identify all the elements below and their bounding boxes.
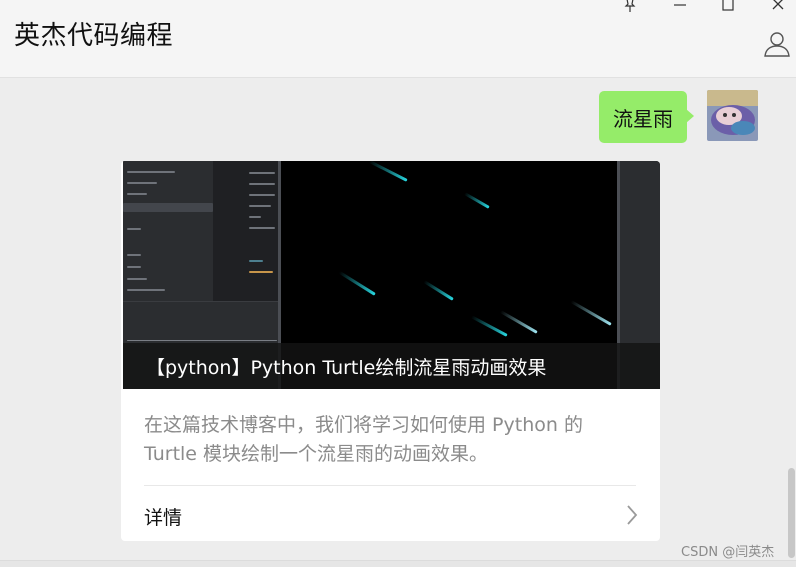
- watermark: CSDN @闫英杰: [681, 545, 775, 560]
- scrollbar[interactable]: [788, 468, 795, 558]
- avatar[interactable]: [707, 90, 758, 141]
- chevron-right-icon[interactable]: [624, 503, 640, 527]
- card-divider: [144, 485, 636, 486]
- message-text: 流星雨: [613, 106, 673, 131]
- thumbnail-caption: 【python】Python Turtle绘制流星雨动画效果: [123, 343, 660, 389]
- chat-title: 英杰代码编程: [14, 21, 174, 51]
- pin-icon[interactable]: [618, 0, 642, 14]
- article-description: 在这篇技术博客中，我们将学习如何使用 Python 的 Turtle 模块绘制一…: [144, 414, 583, 465]
- person-icon[interactable]: [762, 28, 792, 58]
- outgoing-message-bubble[interactable]: 流星雨: [599, 91, 694, 143]
- details-link[interactable]: 详情: [144, 503, 182, 530]
- input-area-border: [0, 560, 796, 567]
- title-bar: 英杰代码编程: [0, 0, 796, 78]
- minimize-icon[interactable]: [668, 0, 692, 14]
- close-icon[interactable]: [766, 0, 790, 14]
- link-card[interactable]: 【python】Python Turtle绘制流星雨动画效果 在这篇技术博客中，…: [121, 161, 660, 541]
- maximize-icon[interactable]: [716, 0, 740, 14]
- article-thumbnail[interactable]: 【python】Python Turtle绘制流星雨动画效果: [123, 161, 660, 389]
